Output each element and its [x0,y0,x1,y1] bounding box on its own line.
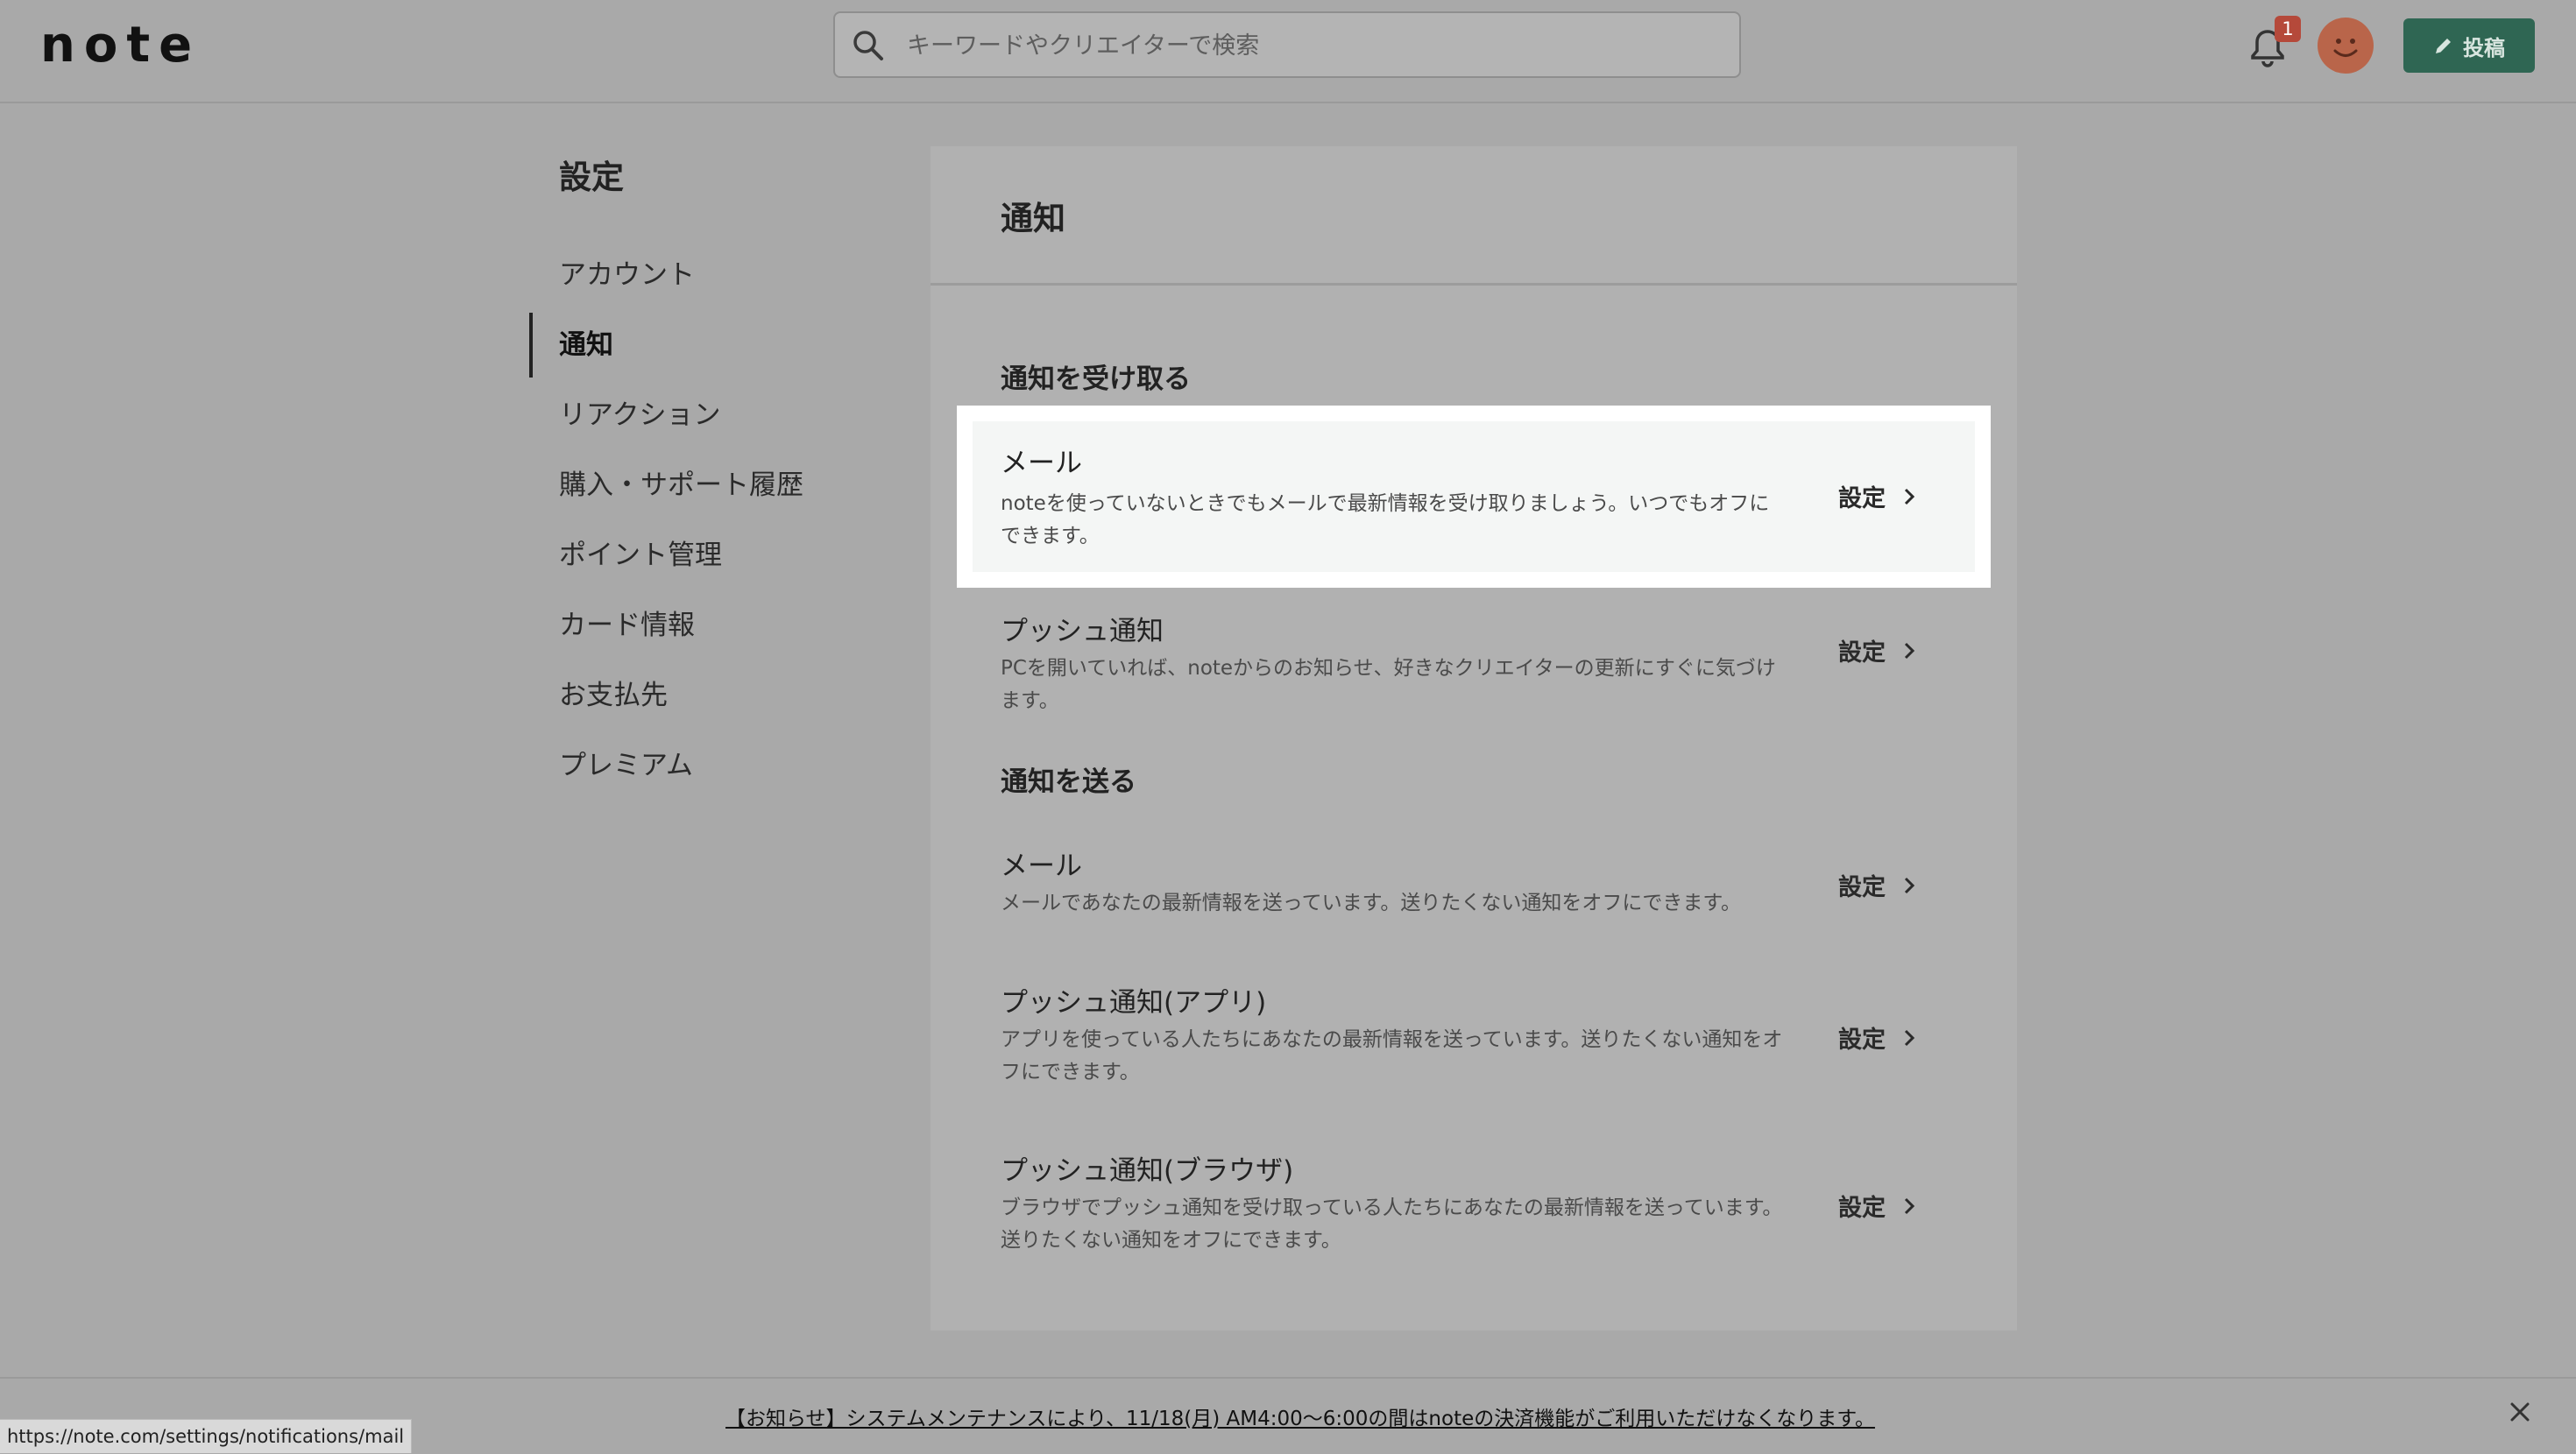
send-section-title: 通知を送る [1001,766,1136,798]
row-name: プッシュ通知(アプリ) [1001,987,1267,1019]
sidebar-item-payee[interactable]: お支払先 [529,660,862,731]
sidebar-item-purchase-history[interactable]: 購入・サポート履歴 [529,450,862,520]
close-icon[interactable] [2508,1400,2532,1424]
settings-label: 設定 [1838,485,1886,512]
send-push-app-row[interactable]: プッシュ通知(アプリ) アプリを使っている人たちにあなたの最新情報を送っています… [973,961,1975,1119]
sidebar-item-reactions[interactable]: リアクション [529,380,862,450]
notification-count-badge: 1 [2275,16,2301,42]
chevron-right-icon [1904,488,1915,505]
row-description: PCを開いていれば、noteからのお知らせ、好きなクリエイターの更新にすぐに気づ… [1001,657,1776,712]
sidebar-item-account[interactable]: アカウント [529,240,862,310]
row-description: ブラウザでプッシュ通知を受け取っている人たちにあなたの最新情報を送っています。送… [1001,1196,1783,1252]
post-button[interactable]: 投稿 [2403,18,2535,73]
settings-label: 設定 [1838,1027,1886,1054]
user-avatar[interactable] [2318,18,2374,74]
settings-label: 設定 [1838,639,1886,667]
receive-mail-settings-link[interactable]: 設定 [1838,479,1919,513]
chevron-right-icon [1904,877,1915,893]
settings-title: 設定 [559,159,624,196]
row-name: メール [1001,448,1082,479]
maintenance-notice-link[interactable]: 【お知らせ】システムメンテナンスにより、11/18(月) AM4:00〜6:00… [725,1401,1875,1431]
note-logo[interactable]: note [40,19,201,72]
sidebar-item-points[interactable]: ポイント管理 [529,520,862,590]
top-header: note 1 投稿 [0,0,2576,103]
settings-label: 設定 [1838,1195,1886,1222]
row-name: プッシュ通知 [1001,616,1164,647]
receive-section-title: 通知を受け取る [1001,364,1191,395]
chevron-right-icon [1904,1029,1915,1046]
settings-label: 設定 [1838,874,1886,901]
row-description: noteを使っていないときでもメールで最新情報を受け取りましょう。いつでもオフに… [1001,492,1770,547]
send-mail-row[interactable]: メール メールであなたの最新情報を送っています。送りたくない通知をオフにできます… [973,824,1975,947]
status-bar-url: https://note.com/settings/notifications/… [0,1419,413,1453]
pencil-icon [2436,39,2451,53]
chevron-right-icon [1904,642,1915,659]
notification-settings-panel: 通知 通知を受け取る メール noteを使っていないときでもメールで最新情報を受… [931,146,2017,1330]
row-name: プッシュ通知(ブラウザ) [1001,1155,1294,1187]
send-push-browser-settings-link[interactable]: 設定 [1838,1189,1919,1223]
send-push-browser-row[interactable]: プッシュ通知(ブラウザ) ブラウザでプッシュ通知を受け取っている人たちにあなたの… [973,1129,1975,1287]
panel-title: 通知 [1001,200,1065,237]
row-name: メール [1001,851,1082,882]
sidebar-item-notifications[interactable]: 通知 [529,310,862,380]
search-icon [853,31,883,60]
sidebar-item-premium[interactable]: プレミアム [529,731,862,801]
chevron-right-icon [1904,1197,1915,1214]
search-input[interactable] [905,13,1723,78]
settings-nav: アカウント 通知 リアクション 購入・サポート履歴 ポイント管理 カード情報 お… [529,240,862,801]
panel-header: 通知 [931,146,2017,286]
send-push-app-settings-link[interactable]: 設定 [1838,1020,1919,1055]
row-description: メールであなたの最新情報を送っています。送りたくない通知をオフにできます。 [1001,892,1742,914]
sidebar-item-card-info[interactable]: カード情報 [529,590,862,660]
row-description: アプリを使っている人たちにあなたの最新情報を送っています。送りたくない通知をオフ… [1001,1028,1783,1083]
receive-push-row[interactable]: プッシュ通知 PCを開いていれば、noteからのお知らせ、好きなクリエイターの更… [973,589,1975,712]
receive-push-settings-link[interactable]: 設定 [1838,633,1919,667]
receive-mail-row[interactable]: メール noteを使っていないときでもメールで最新情報を受け取りましょう。いつで… [957,406,1991,588]
send-mail-settings-link[interactable]: 設定 [1838,868,1919,902]
search-box[interactable] [833,11,1741,78]
post-button-label: 投稿 [2463,35,2505,60]
